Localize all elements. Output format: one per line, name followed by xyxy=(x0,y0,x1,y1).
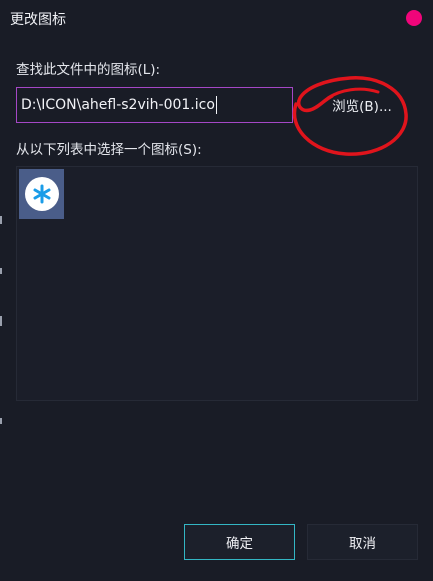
edge-artifact xyxy=(0,216,2,224)
title-bar: 更改图标 xyxy=(0,0,433,36)
edge-artifact xyxy=(0,316,2,326)
asterisk-icon-badge xyxy=(24,177,59,211)
browse-button-label: 浏览(B)... xyxy=(332,99,392,115)
icon-file-path-input[interactable]: D:\ICON\ahefl-s2vih-001.ico xyxy=(16,87,293,123)
edge-artifact xyxy=(0,418,2,424)
edge-artifact xyxy=(0,268,2,274)
asterisk-icon xyxy=(33,184,50,204)
icon-list-item[interactable] xyxy=(19,169,64,219)
icon-list[interactable] xyxy=(16,166,418,401)
close-button[interactable] xyxy=(406,10,422,26)
icon-file-path-value: D:\ICON\ahefl-s2vih-001.ico xyxy=(21,97,215,113)
text-caret xyxy=(215,96,217,114)
ok-button[interactable]: 确定 xyxy=(184,524,295,560)
file-input-label: 查找此文件中的图标(L): xyxy=(16,62,161,78)
cancel-button[interactable]: 取消 xyxy=(307,524,418,560)
cancel-button-label: 取消 xyxy=(349,536,376,552)
icon-list-label: 从以下列表中选择一个图标(S): xyxy=(16,142,202,158)
browse-button[interactable]: 浏览(B)... xyxy=(307,87,417,123)
ok-button-label: 确定 xyxy=(226,536,253,552)
window-title: 更改图标 xyxy=(10,12,66,28)
